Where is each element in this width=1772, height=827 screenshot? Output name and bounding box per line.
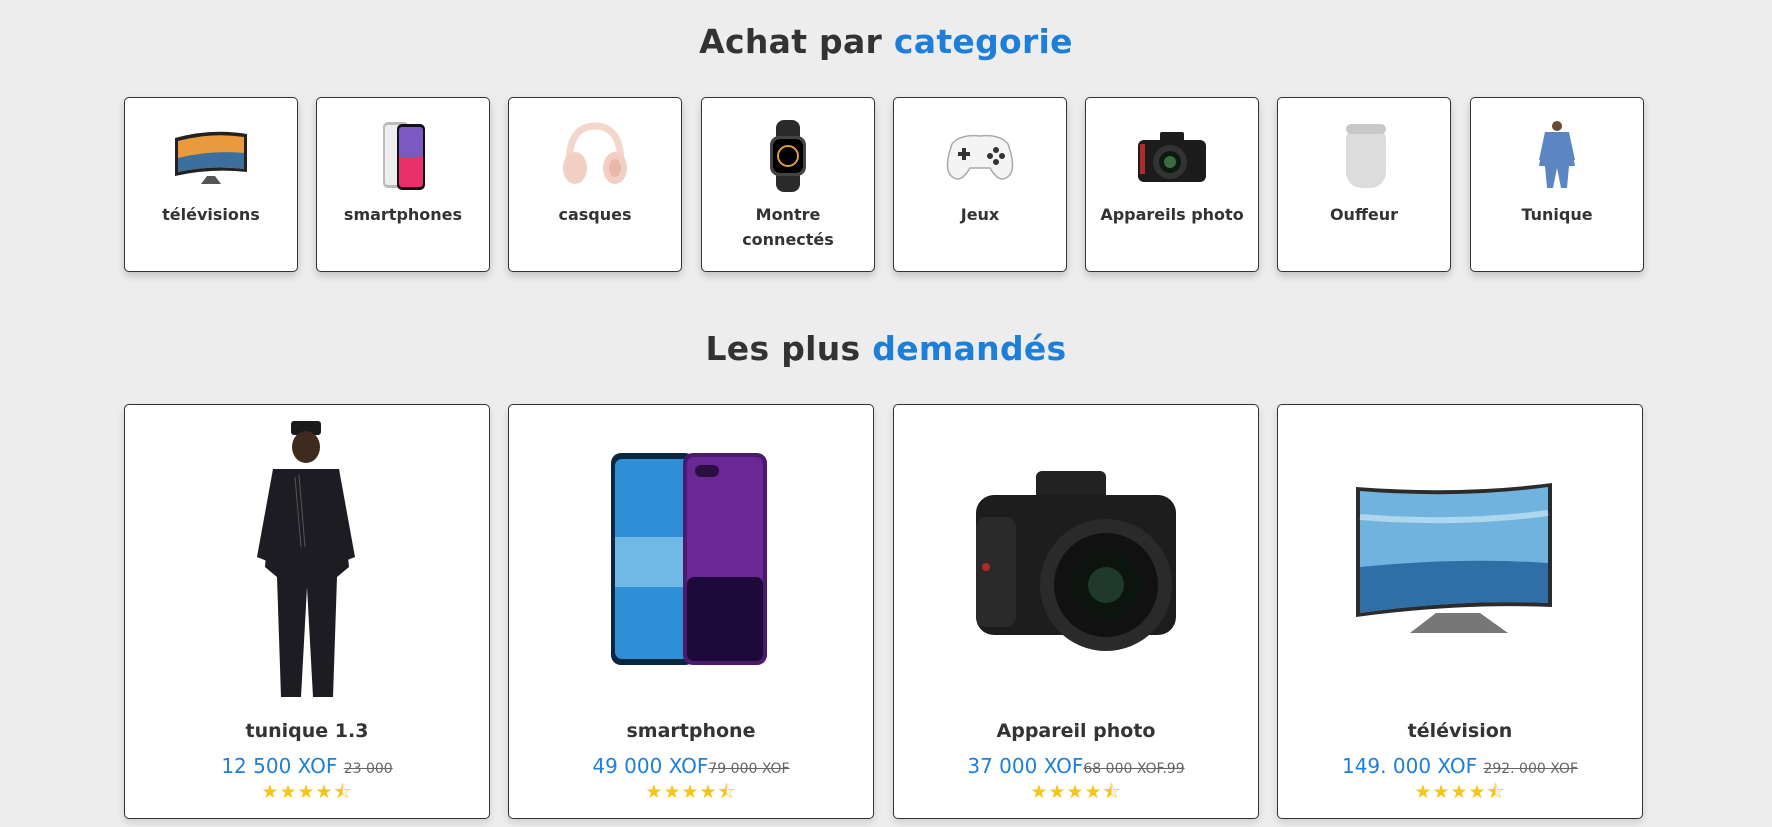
product-price-row: 12 500 XOF 23 000	[125, 754, 489, 778]
product-price-row: 37 000 XOF68 000 XOF.99	[894, 754, 1258, 778]
rating-stars-icon: ★★★★⯪	[645, 781, 737, 803]
product-name: télévision	[1407, 720, 1513, 742]
product-name: smartphone	[626, 720, 756, 742]
tunic-icon	[1517, 120, 1597, 192]
popular-section-title: Les plus demandés	[0, 329, 1772, 368]
product-card-smartphone[interactable]: smartphone 49 000 XOF79 000 XOF ★★★★⯪	[508, 404, 874, 819]
category-card-montres[interactable]: Montre connectés	[701, 97, 875, 272]
tv-icon	[171, 120, 251, 192]
category-section-title: Achat par categorie	[0, 22, 1772, 61]
category-title-accent: categorie	[893, 22, 1073, 61]
product-old-price: 292. 000 XOF	[1483, 761, 1578, 777]
product-price: 49 000 XOF	[592, 754, 709, 778]
speaker-icon	[1324, 120, 1404, 192]
category-card-televisions[interactable]: télévisions	[124, 97, 298, 272]
product-old-price: 23 000	[343, 761, 393, 777]
category-label: Montre connectés	[742, 205, 834, 249]
rating-stars-icon: ★★★★⯪	[1414, 781, 1506, 803]
gamepad-icon	[940, 120, 1020, 192]
product-image-smartphone	[571, 417, 811, 697]
headphones-icon	[555, 120, 635, 192]
product-price: 149. 000 XOF	[1341, 754, 1478, 778]
product-price-row: 149. 000 XOF 292. 000 XOF	[1278, 754, 1642, 778]
product-old-price: 68 000 XOF.99	[1083, 761, 1185, 777]
category-label: Jeux	[960, 205, 1000, 224]
rating-stars-icon: ★★★★⯪	[1030, 781, 1122, 803]
category-card-casques[interactable]: casques	[508, 97, 682, 272]
product-old-price: 79 000 XOF	[708, 761, 790, 777]
product-card-tunique[interactable]: tunique 1.3 12 500 XOF 23 000 ★★★★⯪	[124, 404, 490, 819]
product-image-tunic	[187, 417, 427, 697]
rating-stars-icon: ★★★★⯪	[261, 781, 353, 803]
category-card-appareils-photo[interactable]: Appareils photo	[1085, 97, 1259, 272]
product-card-appareil-photo[interactable]: Appareil photo 37 000 XOF68 000 XOF.99 ★…	[893, 404, 1259, 819]
category-card-smartphones[interactable]: smartphones	[316, 97, 490, 272]
product-image-television	[1340, 417, 1580, 697]
product-image-camera	[956, 417, 1196, 697]
popular-title-accent: demandés	[872, 329, 1067, 368]
product-card-television[interactable]: télévision 149. 000 XOF 292. 000 XOF ★★★…	[1277, 404, 1643, 819]
smartphone-icon	[363, 120, 443, 192]
category-label: Tunique	[1521, 205, 1593, 224]
popular-title-main: Les plus	[705, 329, 873, 368]
product-price-row: 49 000 XOF79 000 XOF	[509, 754, 873, 778]
product-name: Appareil photo	[996, 720, 1156, 742]
category-title-main: Achat par	[699, 22, 894, 61]
category-card-ouffeur[interactable]: Ouffeur	[1277, 97, 1451, 272]
camera-icon	[1132, 120, 1212, 192]
category-label: Appareils photo	[1100, 205, 1244, 224]
category-card-jeux[interactable]: Jeux	[893, 97, 1067, 272]
category-label: Ouffeur	[1329, 205, 1399, 224]
product-price: 12 500 XOF	[221, 754, 338, 778]
category-label: casques	[558, 205, 632, 224]
category-label: télévisions	[162, 205, 260, 224]
category-label: smartphones	[343, 205, 463, 224]
category-card-tunique[interactable]: Tunique	[1470, 97, 1644, 272]
product-name: tunique 1.3	[245, 720, 369, 742]
product-price: 37 000 XOF	[967, 754, 1084, 778]
smartwatch-icon	[748, 120, 828, 192]
